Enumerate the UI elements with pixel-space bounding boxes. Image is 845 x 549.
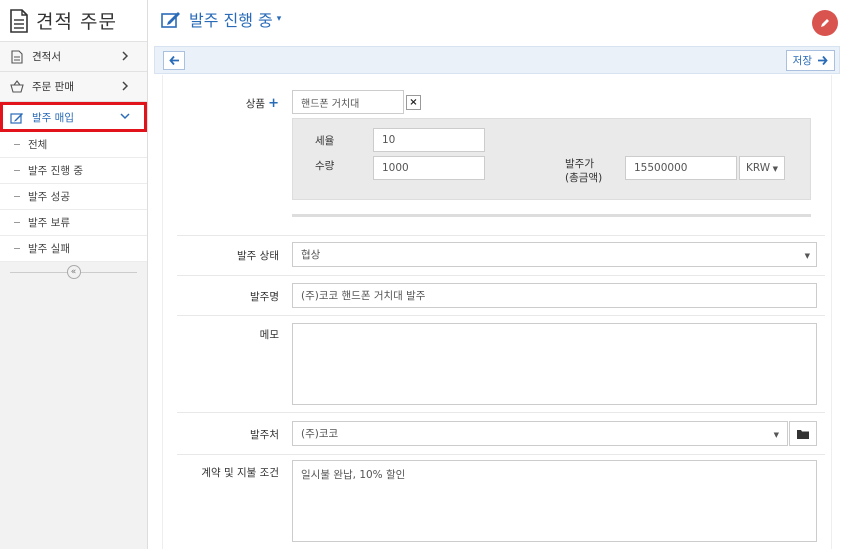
basket-icon	[10, 80, 24, 94]
vendor-select[interactable]: (주)코코 ▼	[292, 421, 788, 446]
sidebar-subitem-in-progress[interactable]: 발주 진행 중	[0, 158, 147, 184]
product-input[interactable]: 핸드폰 거치대	[292, 90, 404, 114]
quantity-label: 수량	[315, 160, 335, 172]
status-select[interactable]: 협상 ▼	[292, 242, 817, 267]
page-title[interactable]: 발주 진행 중 ▾	[161, 7, 281, 31]
back-button[interactable]	[163, 51, 185, 70]
sidebar-subitem-all[interactable]: 전체	[0, 132, 147, 158]
brand: 견적 주문	[0, 0, 147, 42]
currency-select[interactable]: KRW ▼	[739, 156, 785, 180]
terms-label: 계약 및 지불 조건	[201, 467, 279, 479]
sidebar-item-purchase[interactable]: 발주 매입	[0, 102, 147, 132]
quantity-input[interactable]: 1000	[373, 156, 485, 180]
sidebar-subitem-label: 발주 진행 중	[28, 165, 83, 177]
status-label: 발주 상태	[237, 250, 279, 262]
arrow-left-icon	[168, 55, 179, 66]
brand-title: 견적 주문	[36, 11, 117, 33]
spec-divider	[292, 214, 811, 217]
edit-icon	[161, 12, 180, 28]
sidebar-item-quotes[interactable]: 견적서	[0, 42, 147, 72]
caret-down-icon: ▼	[772, 165, 778, 173]
divider	[177, 454, 825, 455]
sidebar-subitem-label: 발주 실패	[28, 243, 70, 255]
divider	[177, 315, 825, 316]
remove-product-button[interactable]: ×	[406, 95, 421, 110]
sidebar-subitem-label: 전체	[28, 139, 48, 151]
memo-textarea[interactable]	[292, 323, 817, 405]
price-label: 발주가 (총금액)	[565, 158, 603, 184]
sidebar-item-label: 발주 매입	[32, 111, 74, 124]
terms-textarea[interactable]: 일시불 완납, 10% 할인	[292, 460, 817, 542]
sidebar-subitem-on-hold[interactable]: 발주 보류	[0, 210, 147, 236]
product-label: 상품 +	[245, 96, 279, 111]
product-spec-box: 세율 10 수량 1000 발주가 (총금액) 15500000 KRW ▼	[292, 118, 811, 200]
toolbar: 저장	[154, 46, 840, 74]
file-text-icon	[10, 49, 24, 64]
add-product-icon[interactable]: +	[268, 96, 279, 111]
save-button[interactable]: 저장	[785, 50, 835, 71]
sidebar: 견적 주문 견적서 주문 판매 발주 매입 전체 발주 진행 중 발주 성공 발…	[0, 0, 148, 549]
vendor-value: (주)코코	[301, 428, 339, 440]
edit-fab-button[interactable]	[812, 10, 838, 36]
price-input[interactable]: 15500000	[625, 156, 737, 180]
vendor-browse-button[interactable]	[789, 421, 817, 446]
divider	[177, 275, 825, 276]
save-button-label: 저장	[792, 55, 812, 67]
order-name-input[interactable]: (주)코코 핸드폰 거치대 발주	[292, 283, 817, 308]
order-name-label: 발주명	[250, 291, 279, 303]
currency-value: KRW	[746, 162, 771, 174]
chevron-down-icon	[120, 113, 130, 120]
pencil-icon	[821, 19, 829, 27]
caret-down-icon: ▾	[276, 14, 282, 24]
sidebar-subitem-label: 발주 성공	[28, 191, 70, 203]
tax-input[interactable]: 10	[373, 128, 485, 152]
vendor-label: 발주처	[250, 429, 279, 441]
tax-label: 세율	[315, 135, 335, 147]
caret-down-icon: ▼	[773, 431, 779, 439]
folder-icon	[797, 429, 809, 439]
page-title-text: 발주 진행 중	[189, 11, 273, 30]
status-value: 협상	[301, 249, 321, 261]
edit-icon	[10, 110, 24, 124]
caret-down-icon: ▼	[804, 252, 810, 260]
sidebar-collapse-row: «	[0, 262, 147, 282]
divider	[177, 235, 825, 236]
divider	[177, 412, 825, 413]
sidebar-item-sales[interactable]: 주문 판매	[0, 72, 147, 102]
collapse-sidebar-button[interactable]: «	[66, 265, 81, 279]
document-icon	[10, 8, 28, 33]
sidebar-item-label: 주문 판매	[32, 81, 74, 93]
chevron-right-icon	[122, 81, 129, 91]
sidebar-item-label: 견적서	[32, 51, 61, 63]
arrow-right-icon	[818, 55, 828, 66]
order-form: 상품 + 핸드폰 거치대 × 세율 10 수량 1000 발주가 (총금액) 15…	[162, 75, 832, 549]
sidebar-subitem-label: 발주 보류	[28, 217, 70, 229]
sidebar-subitem-failed[interactable]: 발주 실패	[0, 236, 147, 262]
chevron-right-icon	[122, 51, 129, 61]
sidebar-subitem-success[interactable]: 발주 성공	[0, 184, 147, 210]
memo-label: 메모	[259, 329, 279, 341]
header: 발주 진행 중 ▾	[149, 0, 845, 42]
